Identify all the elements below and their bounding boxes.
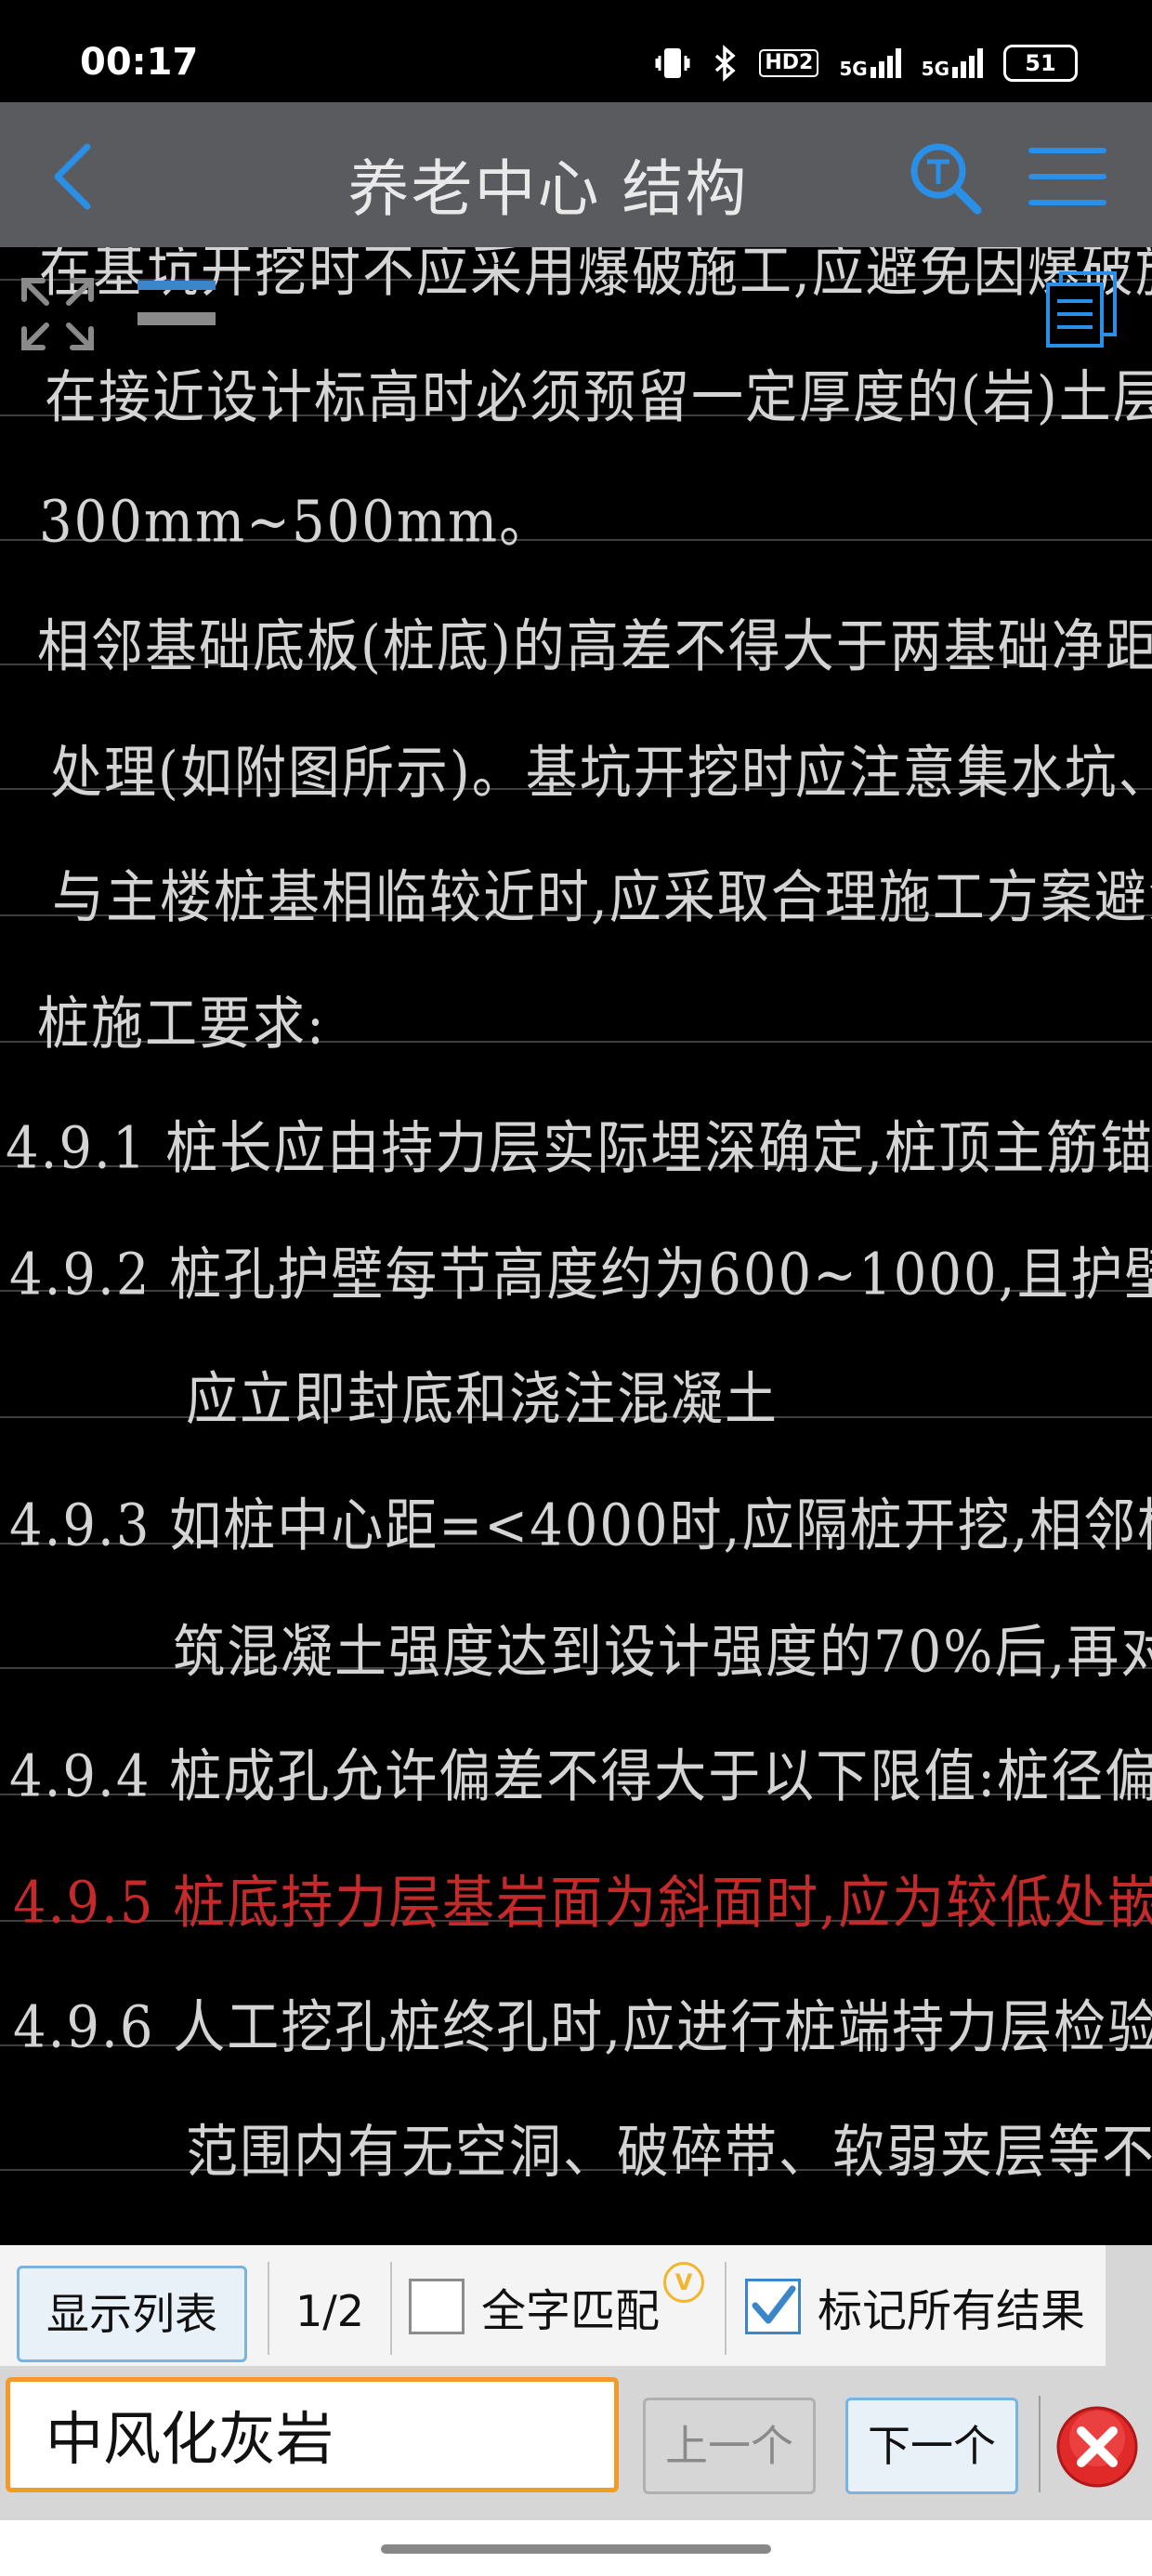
mark-all-checkbox[interactable] <box>745 2279 801 2334</box>
drawing-text: 筑混凝土强度达到设计强度的70%后,再对邻桩进行开挖。 <box>173 1619 1152 1686</box>
cad-drawing-view[interactable]: 在基坑开挖时不应采用爆破施工,应避免因爆破施工使岩体松动。影 在接近设计标高时必… <box>0 247 1152 2245</box>
status-time: 00:17 <box>80 41 199 84</box>
signal-5g-icon: 5G <box>839 48 901 80</box>
drawing-text: 4.9.2 桩孔护壁每节高度约为600~1000,且护壁与桩周土间应 <box>9 1242 1152 1308</box>
drawing-text: 4.9.6 人工挖孔桩终孔时,应进行桩端持力层检验。单桩单桩的大 <box>13 1994 1152 2061</box>
next-result-button[interactable]: 下一个 <box>845 2398 1018 2494</box>
system-nav-bar <box>0 2520 1152 2576</box>
drawing-text: 范围内有无空洞、破碎带、软弱夹层等不良地质条件 <box>186 2119 1152 2186</box>
status-icons: HD2 5G 5G 51 <box>655 45 1078 82</box>
drawing-text: 与主楼桩基相临较近时,应采取合理施工方案避免主楼桩基露出地下 <box>52 864 1152 931</box>
drawing-text: 4.9.3 如桩中心距=<4000时,应隔桩开挖,相邻桩底高差不大 <box>9 1492 1152 1559</box>
drawing-text: 4.9.4 桩成孔允许偏差不得大于以下限值:桩径偏差:±50,垂直度 <box>9 1743 1152 1810</box>
divider <box>268 2262 269 2355</box>
network-type: 5G <box>921 58 949 80</box>
battery-icon: 51 <box>1003 45 1078 82</box>
vip-badge-icon: V <box>663 2262 704 2303</box>
signal-5g-icon: 5G <box>922 48 983 78</box>
drawing-text-highlighted: 4.9.5 桩底持力层基岩面为斜面时,应为较低处嵌岩深度,对机械成 <box>13 1870 1152 1937</box>
status-bar: 00:17 HD2 5G 5G 51 <box>0 0 1152 102</box>
result-count: 1/2 <box>295 2286 365 2336</box>
close-icon[interactable] <box>1055 2405 1139 2489</box>
divider <box>390 2262 392 2355</box>
network-type: 5G <box>839 58 868 80</box>
header: 养老中心 结构 <box>0 102 1152 247</box>
search-input[interactable]: 中风化灰岩 <box>6 2377 619 2492</box>
drawing-text: 4.9.1 桩长应由持力层实际埋深确定,桩顶主筋锚入承台(地梁)内 <box>6 1115 1152 1182</box>
drawing-text: 相邻基础底板(桩底)的高差不得大于两基础净距,详见"基础刚性角 <box>37 613 1152 680</box>
whole-word-checkbox[interactable] <box>409 2279 465 2334</box>
copy-icon[interactable] <box>1044 269 1119 348</box>
layers-icon[interactable] <box>136 279 217 327</box>
home-gesture-bar[interactable] <box>381 2544 771 2554</box>
drawing-text: 4.9.7 桩基(桩)浇混凝土,应对桩基进行扩大头处理时,应采用机械成桩,在 <box>13 2230 1152 2245</box>
menu-icon[interactable] <box>1028 139 1107 214</box>
search-options-row: 显示列表 1/2 全字匹配 V 标记所有结果 <box>0 2245 1106 2366</box>
whole-word-label[interactable]: 全字匹配 <box>481 2266 660 2357</box>
mark-all-label[interactable]: 标记所有结果 <box>818 2266 1085 2357</box>
divider <box>1039 2396 1041 2492</box>
checkmark-icon <box>752 2285 796 2324</box>
previous-result-button[interactable]: 上一个 <box>643 2398 816 2494</box>
text-search-icon[interactable] <box>905 138 985 217</box>
drawing-text: 应立即封底和浇注混凝土 <box>186 1366 779 1433</box>
drawing-text: 300mm~500mm。 <box>39 489 554 556</box>
hd-icon: HD2 <box>759 49 819 77</box>
vibrate-icon <box>655 48 690 78</box>
drawing-text: 在接近设计标高时必须预留一定厚度的(岩)土层使用人工挖掘。预 <box>45 364 1152 431</box>
fullscreen-icon[interactable] <box>19 275 97 353</box>
divider <box>725 2262 727 2355</box>
drawing-text: 桩施工要求: <box>37 991 326 1058</box>
bluetooth-icon <box>715 45 736 82</box>
drawing-text: 处理(如附图所示)。基坑开挖时应注意集水坑、电梯基坑和盲沟对 <box>50 740 1152 807</box>
show-list-button[interactable]: 显示列表 <box>17 2266 247 2362</box>
search-panel: 显示列表 1/2 全字匹配 V 标记所有结果 中风化灰岩 上一个 下一个 <box>0 2245 1152 2520</box>
